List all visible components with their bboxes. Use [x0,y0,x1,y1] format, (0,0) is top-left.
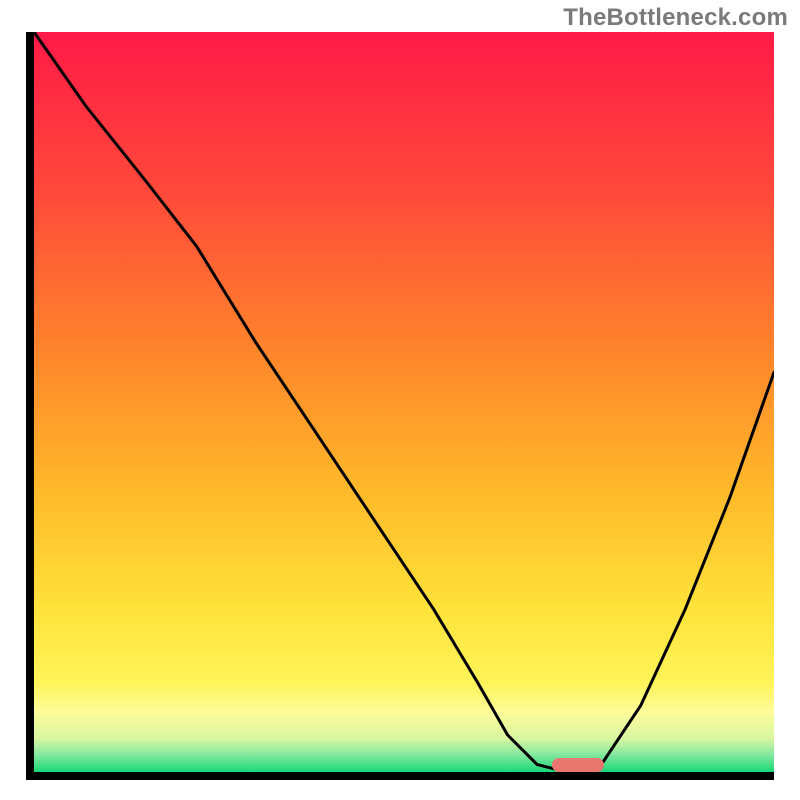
plot-inner [34,32,774,772]
chart-frame: TheBottleneck.com [0,0,800,800]
optimal-point-marker [552,758,604,772]
watermark-text: TheBottleneck.com [563,4,788,32]
bottleneck-curve [34,32,774,772]
plot-area [26,32,774,780]
